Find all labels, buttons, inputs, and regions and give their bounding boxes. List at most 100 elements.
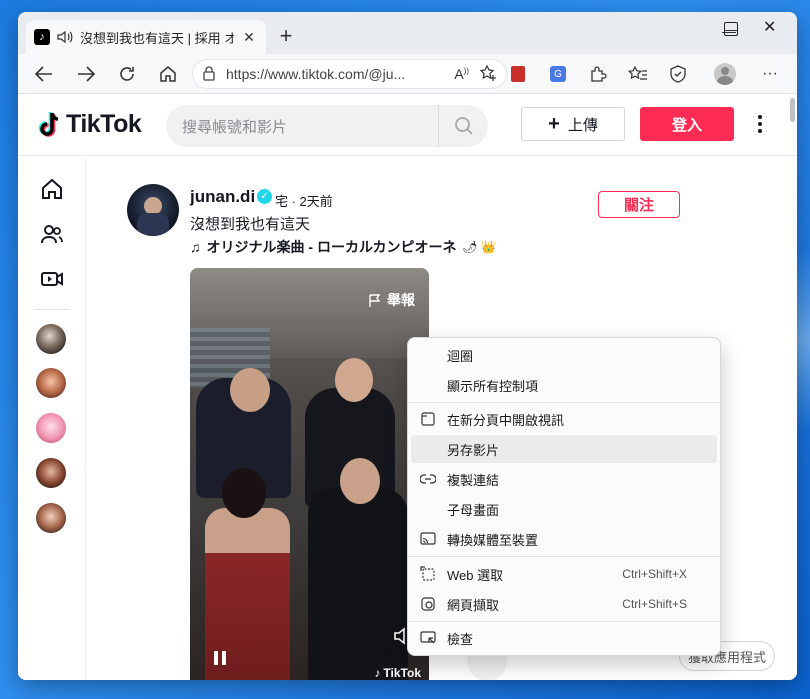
forward-icon[interactable] [72, 60, 100, 88]
menu-item-open-video-new-tab[interactable]: 在新分頁中開啟視訊 [411, 405, 717, 433]
menu-label: 網頁擷取 [447, 597, 500, 613]
pause-icon[interactable] [212, 650, 228, 666]
url-text: https://www.tiktok.com/@ju... [226, 66, 406, 82]
search-placeholder: 搜尋帳號和影片 [182, 118, 288, 136]
menu-label: 在新分頁中開啟視訊 [447, 412, 565, 428]
extension-book-icon[interactable] [506, 62, 530, 86]
menu-label: 子母畫面 [447, 502, 500, 518]
read-aloud-icon[interactable]: A)) [454, 66, 469, 82]
flag-icon [369, 293, 381, 307]
web-select-icon [419, 565, 437, 583]
maximize-icon[interactable] [724, 22, 738, 36]
link-icon [419, 470, 437, 488]
cast-icon [419, 530, 437, 548]
tiktok-header: TikTok 搜尋帳號和影片 + 上傳 登入 [18, 94, 797, 156]
video-player[interactable]: 舉報 ♪ TikTok [190, 268, 429, 680]
menu-item-copy-link[interactable]: 複製連結 [411, 465, 717, 493]
menu-separator [408, 402, 720, 403]
tiktok-note-icon [38, 111, 59, 137]
menu-label: 迴圈 [447, 348, 474, 364]
author-nickname-date: 宅 · 2天前 [275, 194, 333, 209]
menu-item-web-capture[interactable]: 網頁擷取 Ctrl+Shift+S [411, 590, 717, 618]
menu-shortcut: Ctrl+Shift+X [622, 567, 687, 581]
screenshot-icon [419, 595, 437, 613]
upload-button[interactable]: + 上傳 [521, 107, 625, 141]
video-face-4 [340, 458, 380, 504]
music-note-icon: ♫ [190, 239, 201, 255]
report-button[interactable]: 舉報 [369, 290, 415, 310]
back-icon[interactable] [30, 60, 58, 88]
search-input[interactable]: 搜尋帳號和影片 [166, 105, 488, 147]
menu-item-cast-media[interactable]: 轉換媒體至裝置 [411, 525, 717, 553]
author-username[interactable]: junan.di [190, 187, 255, 207]
close-window-icon[interactable]: ✕ [763, 17, 776, 37]
search-icon[interactable] [438, 105, 488, 147]
plus-icon: + [548, 113, 560, 135]
suggested-account-avatar[interactable] [36, 368, 66, 398]
more-options-icon[interactable] [750, 108, 770, 140]
tiktok-watermark: ♪ TikTok [374, 666, 421, 680]
menu-item-picture-in-picture[interactable]: 子母畫面 [411, 495, 717, 523]
new-tab-button[interactable]: + [272, 22, 300, 50]
music-emoji: 🌶 👑 [462, 240, 497, 254]
menu-item-inspect[interactable]: 檢查 [411, 624, 717, 652]
menu-label: 另存影片 [447, 442, 500, 458]
profile-avatar[interactable] [713, 62, 737, 86]
logo-text: TikTok [66, 110, 142, 138]
music-link[interactable]: ♫ オリジナル楽曲 - ローカルカンピオーネ 🌶 👑 [190, 237, 496, 257]
menu-label: 複製連結 [447, 472, 500, 488]
watermark-text: TikTok [383, 666, 421, 680]
context-menu: 迴圈 顯示所有控制項 在新分頁中開啟視訊 另存影片 複製連結 子母畫面 轉換媒體… [407, 337, 721, 656]
video-face-2 [335, 358, 373, 402]
new-tab-icon [419, 410, 437, 428]
menu-label: 轉換媒體至裝置 [447, 532, 539, 548]
video-hair-3 [222, 468, 266, 518]
translate-extension-icon[interactable]: G [546, 62, 570, 86]
settings-more-icon[interactable]: ··· [758, 62, 782, 86]
suggested-account-avatar[interactable] [36, 324, 66, 354]
speaker-icon[interactable] [56, 29, 74, 45]
extensions-icon[interactable] [586, 62, 610, 86]
following-nav-icon[interactable] [38, 220, 66, 248]
menu-item-show-controls[interactable]: 顯示所有控制項 [411, 371, 717, 399]
sidebar-divider [34, 309, 70, 310]
left-sidebar [18, 157, 86, 680]
suggested-account-avatar[interactable] [36, 413, 66, 443]
author-avatar[interactable] [127, 184, 179, 236]
menu-label: 檢查 [447, 631, 474, 647]
tab-close-icon[interactable]: ✕ [240, 28, 258, 46]
video-face-1 [230, 368, 270, 412]
browser-essentials-icon[interactable] [666, 62, 690, 86]
menu-label: 顯示所有控制項 [447, 378, 539, 394]
music-title: オリジナル楽曲 - ローカルカンピオーネ [206, 239, 457, 255]
menu-item-save-video[interactable]: 另存影片 [411, 435, 717, 463]
favorite-add-icon[interactable] [479, 64, 497, 85]
menu-separator [408, 556, 720, 557]
live-nav-icon[interactable] [38, 265, 66, 293]
menu-shortcut: Ctrl+Shift+S [622, 597, 687, 611]
lock-icon[interactable] [202, 65, 216, 84]
menu-item-web-select[interactable]: Web 選取 Ctrl+Shift+X [411, 560, 717, 588]
suggested-account-avatar[interactable] [36, 503, 66, 533]
tiktok-logo[interactable]: TikTok [36, 110, 142, 139]
menu-item-loop[interactable]: 迴圈 [411, 341, 717, 369]
menu-label: Web 選取 [447, 567, 504, 583]
home-icon[interactable] [154, 60, 182, 88]
tiktok-favicon-icon: ♪ [34, 29, 50, 45]
video-person-4 [308, 488, 408, 680]
inspect-icon [419, 629, 437, 647]
url-field[interactable]: https://www.tiktok.com/@ju... A)) [192, 59, 507, 89]
upload-label: 上傳 [567, 116, 598, 134]
home-nav-icon[interactable] [38, 175, 66, 203]
follow-button[interactable]: 關注 [598, 191, 680, 218]
favorites-icon[interactable] [626, 62, 650, 86]
suggested-account-avatar[interactable] [36, 458, 66, 488]
tab-title: 沒想到我也有這天 | 採用 オ [80, 30, 234, 46]
page-scrollbar[interactable] [790, 98, 795, 122]
login-button[interactable]: 登入 [640, 107, 734, 141]
refresh-icon[interactable] [113, 60, 141, 88]
verified-badge-icon: ✓ [257, 189, 272, 204]
report-label: 舉報 [387, 292, 415, 308]
browser-tab[interactable]: ♪ 沒想到我也有這天 | 採用 オ ✕ [26, 20, 266, 54]
post-caption: 沒想到我也有這天 [190, 216, 311, 233]
